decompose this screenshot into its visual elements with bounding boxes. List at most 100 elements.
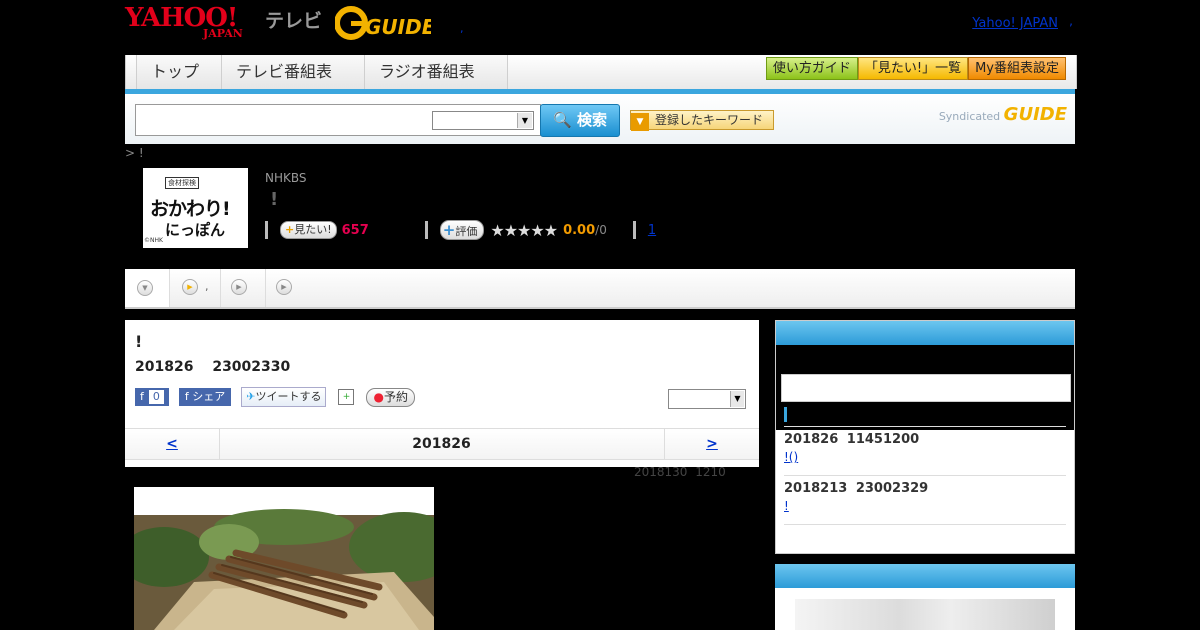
previous-date-link[interactable]: < xyxy=(125,429,220,459)
subnav-item-3[interactable]: ▶ xyxy=(221,269,266,307)
sidebar-divider xyxy=(784,524,1066,525)
watchlist-button[interactable]: 「見たい!」一覧 xyxy=(857,57,969,80)
want-to-watch-count: 657 xyxy=(341,222,369,238)
chevron-down-icon: ▼ xyxy=(137,280,153,296)
sidebar-broadcast-list: 201826 11451200 !() 2018213 23002329 ! xyxy=(775,320,1075,554)
record-dot-icon: ● xyxy=(373,389,384,404)
gguide-logo[interactable]: GUIDE xyxy=(335,6,431,40)
subnav-item-4[interactable]: ▶ xyxy=(266,269,306,307)
yahoo-japan-link[interactable]: Yahoo! JAPAN xyxy=(972,16,1058,31)
thumbnail-title: おかわり! xyxy=(150,198,231,220)
thumbnail-copyright: ©NHK xyxy=(144,237,163,244)
chevron-down-icon: ▼ xyxy=(730,391,744,407)
updated-timestamp: 2018130 1210 xyxy=(634,465,726,479)
play-icon: ▶ xyxy=(276,279,292,295)
sidebar-second-box xyxy=(775,564,1075,630)
subnav-item-2[interactable]: ▶ , xyxy=(170,269,221,307)
facebook-share-button[interactable]: f シェア xyxy=(178,388,232,406)
search-icon: 🔍 xyxy=(553,111,572,129)
chevron-down-icon: ▼ xyxy=(517,113,532,128)
program-stats: +見たい! 657 +評価 ★★★★★ 0.00 /0 1 xyxy=(265,220,656,240)
program-subnav: ▼ ▶ , ▶ ▶ xyxy=(125,269,1075,309)
nav-buttons: 使い方ガイド 「見たい!」一覧 My番組表設定 xyxy=(765,57,1066,80)
star-rating: ★★★★★ xyxy=(490,220,558,240)
sidebar-second-header xyxy=(775,564,1075,588)
divider xyxy=(424,221,428,239)
current-date: 201826 xyxy=(412,436,471,452)
triangle-down-icon: ▼ xyxy=(631,113,649,131)
rate-label: 評価 xyxy=(455,225,478,238)
next-date-link[interactable]: > xyxy=(664,429,759,459)
tweet-label: ツイートする xyxy=(255,390,322,403)
rating-score: 0.00 xyxy=(563,222,596,238)
rating-count: /0 xyxy=(595,223,607,237)
date-navigation: < 201826 > xyxy=(125,428,759,460)
plus-icon: + xyxy=(442,221,456,239)
social-buttons: f0 f シェア ✈ツイートする + ●予約 xyxy=(135,387,415,407)
tab-tv-listings[interactable]: テレビ番組表 xyxy=(222,55,365,89)
sidebar-item: 201826 11451200 !() xyxy=(784,426,1066,464)
page: YAHOO! JAPAN テレビ GUIDE , Yahoo! JAPAN , … xyxy=(0,0,1200,630)
sidebar-item-link[interactable]: !() xyxy=(784,450,1066,464)
search-button-label: 検索 xyxy=(576,111,607,129)
nav-tabs: トップ テレビ番組表 ラジオ番組表 xyxy=(136,55,508,89)
thumbnail-subtitle: にっぽん xyxy=(165,221,226,239)
search-button[interactable]: 🔍 検索 xyxy=(540,104,620,137)
burdock-root-photo xyxy=(134,487,434,630)
subnav-item-1[interactable]: ▼ xyxy=(125,269,170,307)
sidebar-item-link[interactable]: ! xyxy=(784,499,1066,513)
play-icon: ▶ xyxy=(182,279,198,295)
want-to-watch-button[interactable]: +見たい! xyxy=(280,221,337,239)
plus-icon: + xyxy=(285,223,295,236)
registered-keywords-button[interactable]: ▼ 登録したキーワード xyxy=(630,110,774,131)
reserve-label: 予約 xyxy=(383,389,408,404)
program-title: ! xyxy=(270,189,279,210)
syndicated-label: Syndicated xyxy=(938,110,1001,123)
search-bar: ▼ 🔍 検索 ▼ 登録したキーワード Syndicated GUIDE xyxy=(125,94,1075,144)
add-calendar-icon[interactable]: + xyxy=(338,389,355,405)
broadcast-datetime: 201826 23002330 xyxy=(135,359,291,375)
gguide-logo-text: GUIDE xyxy=(365,15,431,39)
sidebar-header xyxy=(776,321,1074,345)
sidebar-item: 2018213 23002329 ! xyxy=(784,475,1066,513)
facebook-like-button[interactable]: f0 xyxy=(135,388,169,406)
detail-select[interactable]: ▼ xyxy=(668,389,746,409)
program-link[interactable]: 1 xyxy=(648,223,656,238)
registered-keywords-label: 登録したキーワード xyxy=(655,113,764,127)
breadcrumb[interactable]: > ! xyxy=(125,146,144,160)
thumbnail-tag: 食材探検 xyxy=(165,177,199,189)
broadcast-detail: ! 201826 23002330 f0 f シェア ✈ツイートする + ●予約… xyxy=(125,320,759,467)
subnav-item-2-text: , xyxy=(205,280,209,293)
tv-label[interactable]: テレビ xyxy=(265,6,322,33)
reserve-recording-button[interactable]: ●予約 xyxy=(366,387,415,407)
tab-radio-listings[interactable]: ラジオ番組表 xyxy=(365,55,508,89)
play-icon: ▶ xyxy=(231,279,247,295)
sidebar-item-date: 2018213 23002329 xyxy=(784,481,929,496)
link-separator: , xyxy=(1069,14,1073,28)
divider xyxy=(632,221,636,239)
facebook-share-label: シェア xyxy=(192,390,226,403)
program-photo xyxy=(134,487,434,630)
header-separator: , xyxy=(460,22,464,35)
main-nav: トップ テレビ番組表 ラジオ番組表 使い方ガイド 「見たい!」一覧 My番組表設… xyxy=(125,55,1077,89)
sidebar-input[interactable] xyxy=(781,374,1071,402)
detail-title: ! xyxy=(135,332,143,351)
facebook-like-count: 0 xyxy=(148,390,164,404)
channel-name: NHKBS xyxy=(265,171,307,185)
my-listings-settings-button[interactable]: My番組表設定 xyxy=(968,57,1066,80)
syndicated-gguide: Syndicated GUIDE xyxy=(939,104,1067,125)
guide-button[interactable]: 使い方ガイド xyxy=(765,57,858,80)
tab-top[interactable]: トップ xyxy=(137,55,222,89)
rate-button[interactable]: +評価 xyxy=(439,220,485,240)
divider xyxy=(265,221,268,239)
sidebar-item-date: 201826 11451200 xyxy=(784,432,920,447)
program-thumbnail: 食材探検 おかわり! にっぽん ©NHK xyxy=(143,168,248,248)
sidebar-image[interactable] xyxy=(795,599,1055,630)
facebook-icon: f xyxy=(140,390,144,403)
header: YAHOO! JAPAN テレビ GUIDE , Yahoo! JAPAN , xyxy=(125,0,1075,55)
syndicated-logo: GUIDE xyxy=(1003,104,1067,125)
tweet-button[interactable]: ✈ツイートする xyxy=(241,387,327,407)
search-category-select[interactable]: ▼ xyxy=(432,111,534,130)
yahoo-japan-logo: JAPAN xyxy=(203,27,243,40)
section-marker xyxy=(784,407,787,422)
